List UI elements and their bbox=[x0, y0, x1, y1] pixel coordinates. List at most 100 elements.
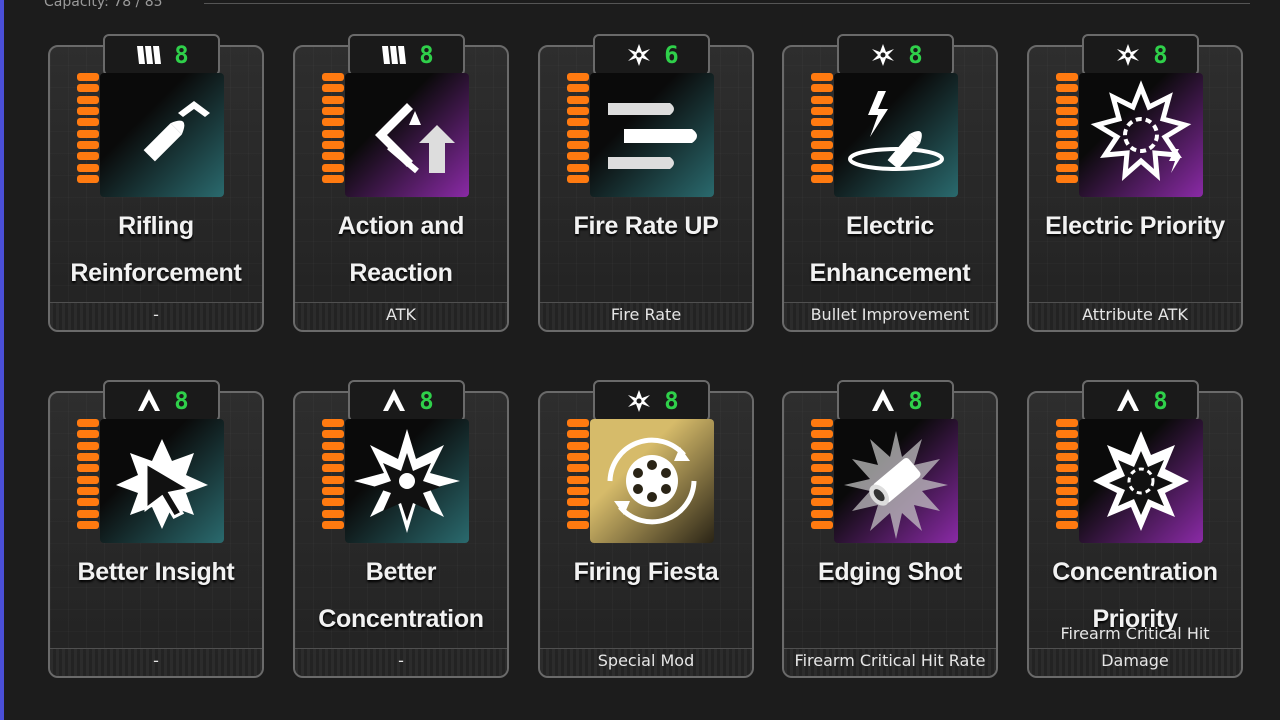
rank-tick bbox=[322, 84, 344, 93]
rank-tick bbox=[811, 430, 833, 439]
mod-description: Bullet Improvement bbox=[810, 305, 970, 324]
rank-tick bbox=[567, 163, 589, 172]
bars-icon bbox=[137, 46, 162, 64]
cross-icon bbox=[628, 390, 651, 412]
rank-tick bbox=[322, 520, 344, 529]
mod-art bbox=[100, 419, 224, 543]
rank-tick bbox=[567, 419, 589, 427]
mod-art bbox=[590, 73, 714, 197]
rank-tick bbox=[77, 520, 99, 529]
rank-tick bbox=[77, 452, 99, 461]
rank-tick bbox=[77, 475, 99, 484]
mod-card[interactable]: 8 Rifling Reinforcement - bbox=[48, 34, 264, 332]
rank-tick bbox=[77, 140, 99, 149]
rank-tick bbox=[77, 430, 99, 439]
rank-tick bbox=[811, 475, 833, 484]
rank-tick bbox=[567, 430, 589, 439]
cost-tab: 8 bbox=[103, 380, 220, 422]
rank-tick bbox=[77, 95, 99, 104]
rank-tick bbox=[567, 152, 589, 161]
starburst-icon bbox=[345, 419, 469, 543]
mod-name: Better Concentration bbox=[318, 558, 484, 633]
rank-tick bbox=[77, 498, 99, 507]
rank-tick bbox=[1056, 441, 1078, 450]
cost-value: 6 bbox=[664, 41, 679, 69]
rank-tick bbox=[1056, 140, 1078, 149]
rank-ticks bbox=[811, 419, 833, 529]
rank-tick bbox=[77, 419, 99, 427]
mod-card[interactable]: 8 Better Concentration - bbox=[293, 380, 509, 678]
rank-tick bbox=[567, 464, 589, 473]
rank-tick bbox=[811, 486, 833, 495]
arrows-reaction-icon bbox=[345, 73, 469, 197]
mod-card[interactable]: 8 Electric Priority Attribute ATK bbox=[1027, 34, 1243, 332]
rank-ticks bbox=[1056, 419, 1078, 529]
cost-tab: 8 bbox=[103, 34, 220, 76]
cost-tab: 8 bbox=[837, 380, 954, 422]
rank-tick bbox=[1056, 174, 1078, 183]
rank-tick bbox=[322, 475, 344, 484]
barrel-burst-icon bbox=[834, 419, 958, 543]
rank-tick bbox=[322, 498, 344, 507]
rank-tick bbox=[322, 106, 344, 115]
mod-description: Fire Rate bbox=[610, 305, 682, 324]
rank-tick bbox=[322, 95, 344, 104]
cost-tab: 8 bbox=[348, 380, 465, 422]
cost-value: 8 bbox=[419, 41, 434, 69]
cost-value: 8 bbox=[908, 387, 923, 415]
cost-tab: 8 bbox=[1082, 34, 1199, 76]
rank-ticks bbox=[322, 73, 344, 183]
mod-art bbox=[1079, 419, 1203, 543]
rank-tick bbox=[567, 509, 589, 518]
rank-tick bbox=[811, 464, 833, 473]
rank-tick bbox=[1056, 152, 1078, 161]
capacity-label: Capacity: 78 / 85 bbox=[44, 0, 163, 10]
rank-tick bbox=[811, 118, 833, 127]
rank-tick bbox=[322, 509, 344, 518]
mod-card[interactable]: 6 Fire Rate UP Fire Rate bbox=[538, 34, 754, 332]
mod-card[interactable]: 8 Better Insight - bbox=[48, 380, 264, 678]
mod-card[interactable]: 8 Action and Reaction ATK bbox=[293, 34, 509, 332]
rank-tick bbox=[567, 441, 589, 450]
cursor-burst-icon bbox=[100, 419, 224, 543]
rank-tick bbox=[811, 174, 833, 183]
rank-tick bbox=[811, 163, 833, 172]
rank-ticks bbox=[77, 419, 99, 529]
rank-tick bbox=[567, 118, 589, 127]
snowflake-burst-icon bbox=[1079, 419, 1203, 543]
rank-ticks bbox=[567, 73, 589, 183]
cross-icon bbox=[1117, 44, 1140, 66]
rank-tick bbox=[811, 129, 833, 138]
rank-tick bbox=[1056, 163, 1078, 172]
rank-tick bbox=[77, 118, 99, 127]
rank-ticks bbox=[77, 73, 99, 183]
rank-tick bbox=[811, 441, 833, 450]
mod-card[interactable]: 8 Concentration Priority Firearm Critica… bbox=[1027, 380, 1243, 678]
mod-description: - bbox=[398, 651, 404, 670]
bars-icon bbox=[382, 46, 407, 64]
bullet-chevron-icon bbox=[100, 73, 224, 197]
mod-art bbox=[834, 73, 958, 197]
rank-tick bbox=[811, 419, 833, 427]
mod-card[interactable]: 8 Edging Shot Firearm Critical Hit Rate bbox=[782, 380, 998, 678]
rank-tick bbox=[322, 129, 344, 138]
rank-tick bbox=[567, 475, 589, 484]
rank-ticks bbox=[1056, 73, 1078, 183]
rank-tick bbox=[811, 140, 833, 149]
mod-art bbox=[1079, 73, 1203, 197]
rank-tick bbox=[77, 441, 99, 450]
mod-card[interactable]: 8 Firing Fiesta Special Mod bbox=[538, 380, 754, 678]
rank-tick bbox=[77, 486, 99, 495]
rank-tick bbox=[811, 106, 833, 115]
chevron-a-icon bbox=[1117, 389, 1140, 411]
cost-value: 8 bbox=[174, 387, 189, 415]
electric-bullet-icon bbox=[834, 73, 958, 197]
bullets-row-icon bbox=[590, 73, 714, 197]
mod-card[interactable]: 8 Electric Enhancement Bullet Improvemen… bbox=[782, 34, 998, 332]
rank-tick bbox=[77, 129, 99, 138]
mod-art bbox=[100, 73, 224, 197]
mod-description: Firearm Critical Hit Rate bbox=[794, 651, 986, 670]
rank-tick bbox=[811, 95, 833, 104]
rank-tick bbox=[322, 430, 344, 439]
rank-tick bbox=[1056, 95, 1078, 104]
